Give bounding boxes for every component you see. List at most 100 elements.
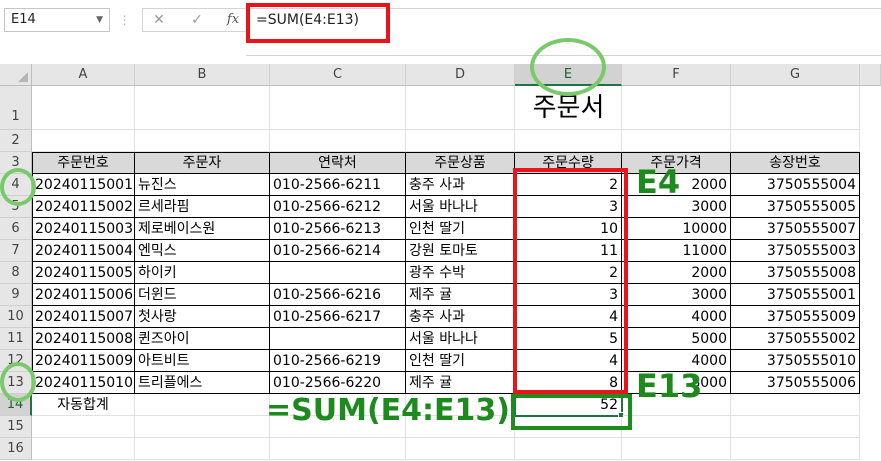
table-cell[interactable]: 3750555003	[731, 240, 860, 262]
table-cell[interactable]: 3000	[622, 284, 731, 306]
cell-empty[interactable]	[32, 130, 135, 152]
table-cell[interactable]: 3750555006	[731, 372, 860, 394]
table-cell[interactable]: 20240115009	[32, 350, 135, 372]
name-box[interactable]: E14 ▼	[4, 8, 110, 32]
row-header-4[interactable]: 4	[0, 174, 32, 196]
column-header-c[interactable]: C	[270, 64, 406, 86]
table-cell[interactable]: 뉴진스	[135, 174, 270, 196]
row-header-5[interactable]: 5	[0, 196, 32, 218]
table-header-cell[interactable]: 연락처	[270, 152, 406, 174]
table-cell[interactable]: 3750555002	[731, 328, 860, 350]
cancel-icon[interactable]: ✕	[147, 9, 171, 31]
table-cell[interactable]: 인천 딸기	[406, 350, 515, 372]
select-all-button[interactable]	[0, 64, 32, 86]
cell-empty[interactable]	[731, 394, 860, 416]
cell-empty[interactable]	[731, 86, 860, 130]
cell-empty[interactable]	[731, 416, 860, 438]
cell-empty[interactable]	[270, 86, 406, 130]
cell-empty[interactable]	[622, 438, 731, 460]
table-cell[interactable]: 4	[515, 350, 622, 372]
resize-grip-icon[interactable]: ⋮	[118, 10, 131, 30]
table-cell[interactable]: 인천 딸기	[406, 218, 515, 240]
row-header-15[interactable]: 15	[0, 416, 32, 438]
row-header-16[interactable]: 16	[0, 438, 32, 460]
table-cell[interactable]: 2	[515, 262, 622, 284]
row-header-2[interactable]: 2	[0, 130, 32, 152]
table-cell[interactable]: 3750555009	[731, 306, 860, 328]
sheet-title[interactable]: 주문서	[406, 90, 731, 126]
cell-empty[interactable]	[270, 438, 406, 460]
table-cell[interactable]	[270, 328, 406, 350]
table-cell[interactable]: 엔믹스	[135, 240, 270, 262]
column-header-a[interactable]: A	[32, 64, 135, 86]
table-cell[interactable]: 20240115006	[32, 284, 135, 306]
table-cell[interactable]: 010-2566-6211	[270, 174, 406, 196]
cell-empty[interactable]	[135, 394, 270, 416]
fill-handle[interactable]	[618, 412, 624, 418]
table-cell[interactable]: 2	[515, 174, 622, 196]
cell-empty[interactable]	[731, 438, 860, 460]
table-cell[interactable]: 20240115004	[32, 240, 135, 262]
table-cell[interactable]: 3750555004	[731, 174, 860, 196]
table-cell[interactable]: 3	[515, 196, 622, 218]
table-cell[interactable]: 4000	[622, 306, 731, 328]
table-cell[interactable]: 충주 사과	[406, 306, 515, 328]
table-header-cell[interactable]: 주문수량	[515, 152, 622, 174]
cell-empty[interactable]	[135, 416, 270, 438]
insert-function-icon[interactable]: fx	[221, 9, 245, 31]
row-header-6[interactable]: 6	[0, 218, 32, 240]
row-header-7[interactable]: 7	[0, 240, 32, 262]
table-cell[interactable]: 2000	[622, 262, 731, 284]
table-cell[interactable]: 3750555005	[731, 196, 860, 218]
row-header-13[interactable]: 13	[0, 372, 32, 394]
table-header-cell[interactable]: 주문번호	[32, 152, 135, 174]
total-label-cell[interactable]: 자동합계	[32, 394, 135, 416]
table-cell[interactable]: 광주 수박	[406, 262, 515, 284]
table-cell[interactable]: 010-2566-6216	[270, 284, 406, 306]
table-cell[interactable]: 11000	[622, 240, 731, 262]
table-cell[interactable]: 5000	[622, 328, 731, 350]
cell-empty[interactable]	[515, 438, 622, 460]
table-cell[interactable]: 010-2566-6212	[270, 196, 406, 218]
column-header-e[interactable]: E	[515, 64, 622, 86]
row-header-9[interactable]: 9	[0, 284, 32, 306]
column-header-g[interactable]: G	[731, 64, 860, 86]
cell-empty[interactable]	[32, 86, 135, 130]
cell-empty[interactable]	[270, 130, 406, 152]
table-cell[interactable]: 트리플에스	[135, 372, 270, 394]
table-cell[interactable]: 010-2566-6220	[270, 372, 406, 394]
table-cell[interactable]: 8	[515, 372, 622, 394]
row-header-11[interactable]: 11	[0, 328, 32, 350]
table-header-cell[interactable]: 주문자	[135, 152, 270, 174]
row-header-8[interactable]: 8	[0, 262, 32, 284]
table-cell[interactable]: 20240115008	[32, 328, 135, 350]
cell-empty[interactable]	[135, 438, 270, 460]
column-header-f[interactable]: F	[622, 64, 731, 86]
table-cell[interactable]: 제주 귤	[406, 284, 515, 306]
cell-empty[interactable]	[406, 438, 515, 460]
table-cell[interactable]: 서울 바나나	[406, 196, 515, 218]
cell-empty[interactable]	[731, 130, 860, 152]
table-cell[interactable]: 하이키	[135, 262, 270, 284]
table-cell[interactable]: 10000	[622, 218, 731, 240]
table-cell[interactable]: 3	[515, 284, 622, 306]
table-cell[interactable]: 서울 바나나	[406, 328, 515, 350]
cell-empty[interactable]	[135, 86, 270, 130]
table-cell[interactable]: 20240115005	[32, 262, 135, 284]
table-cell[interactable]: 3750555010	[731, 350, 860, 372]
table-cell[interactable]: 20240115007	[32, 306, 135, 328]
table-cell[interactable]: 충주 사과	[406, 174, 515, 196]
table-cell[interactable]: 010-2566-6213	[270, 218, 406, 240]
table-header-cell[interactable]: 주문상품	[406, 152, 515, 174]
table-cell[interactable]: 010-2566-6214	[270, 240, 406, 262]
table-cell[interactable]: 아트비트	[135, 350, 270, 372]
table-cell[interactable]: 제로베이스원	[135, 218, 270, 240]
total-value-cell[interactable]: 52	[515, 394, 622, 416]
cell-empty[interactable]	[32, 416, 135, 438]
cell-empty[interactable]	[622, 130, 731, 152]
table-cell[interactable]: 3750555007	[731, 218, 860, 240]
table-cell[interactable]: 3750555001	[731, 284, 860, 306]
row-header-14[interactable]: 14	[0, 394, 32, 416]
cell-empty[interactable]	[32, 438, 135, 460]
cell-empty[interactable]	[406, 130, 515, 152]
